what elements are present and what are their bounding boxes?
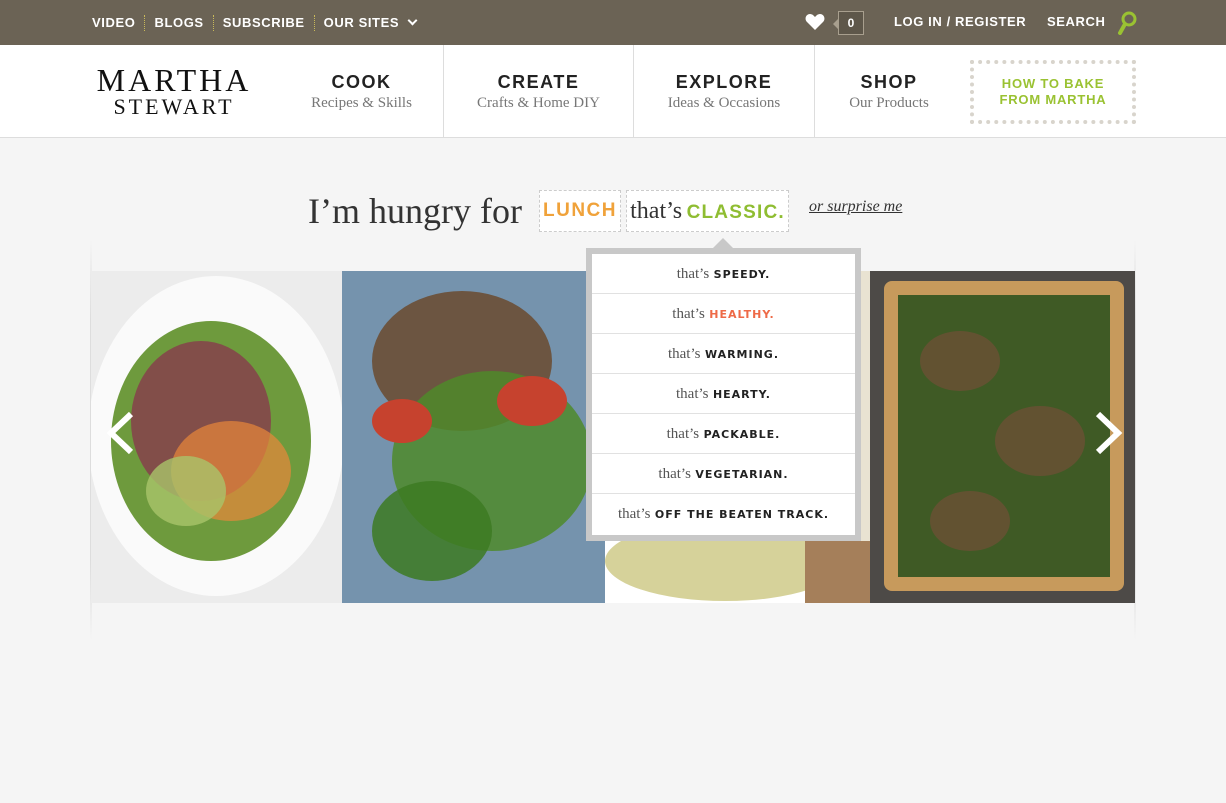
hungry-prompt: I’m hungry for [308, 191, 522, 231]
surprise-me-link[interactable]: or surprise me [809, 198, 902, 216]
login-register-link[interactable]: LOG IN / REGISTER [894, 14, 1026, 29]
option-thats: that’s [676, 266, 710, 282]
option-word: SPEEDY. [713, 268, 771, 281]
option-thats: that’s [658, 466, 691, 482]
nav-explore-title: EXPLORE [675, 72, 773, 92]
option-word: PACKABLE. [703, 428, 781, 441]
how-to-bake-line-2: FROM MARTHA [999, 92, 1107, 107]
subscribe-link[interactable]: SUBSCRIBE [212, 14, 314, 31]
nav-shop-subtitle: Our Products [849, 95, 929, 111]
video-link[interactable]: VIDEO [92, 15, 144, 31]
option-off-the-beaten-track[interactable]: that’s OFF THE BEATEN TRACK. [592, 494, 855, 534]
option-vegetarian[interactable]: that’s VEGETARIAN. [592, 454, 855, 494]
quality-options-list: that’s SPEEDY. that’s HEALTHY. that’s WA… [592, 254, 855, 535]
nav-cook-title: COOK [331, 72, 392, 92]
option-warming[interactable]: that’s WARMING. [592, 334, 855, 374]
meal-selector[interactable]: LUNCH [539, 190, 621, 232]
our-sites-link[interactable]: OUR SITES [313, 14, 425, 31]
option-speedy[interactable]: that’s SPEEDY. [592, 254, 855, 294]
option-word: WARMING. [704, 348, 780, 361]
blogs-link[interactable]: BLOGS [144, 14, 212, 31]
quality-thats: that’s [630, 198, 683, 224]
search-label[interactable]: SEARCH [1047, 14, 1106, 29]
site-header: MARTHA STEWART COOK Recipes & Skills CRE… [0, 45, 1226, 138]
option-hearty[interactable]: that’s HEARTY. [592, 374, 855, 414]
how-to-bake-label: HOW TO BAKE FROM MARTHA [999, 76, 1106, 108]
how-to-bake-line-1: HOW TO BAKE [1001, 76, 1105, 91]
option-healthy[interactable]: that’s HEALTHY. [592, 294, 855, 334]
option-thats: that’s [667, 346, 701, 362]
nav-shop-title: SHOP [860, 72, 918, 92]
quality-dropdown: that’s SPEEDY. that’s HEALTHY. that’s WA… [586, 238, 861, 541]
how-to-bake-button[interactable]: HOW TO BAKE FROM MARTHA [970, 60, 1136, 124]
chevron-left-icon[interactable] [103, 410, 143, 456]
chevron-right-icon[interactable] [1086, 410, 1126, 456]
chevron-down-icon [407, 15, 418, 25]
nav-create-title: CREATE [497, 72, 580, 92]
edamame-image [342, 271, 605, 603]
nav-explore-subtitle: Ideas & Occasions [667, 95, 781, 111]
option-word: HEARTY. [712, 388, 771, 401]
martha-stewart-logo[interactable]: MARTHA STEWART [90, 62, 258, 119]
logo-line-1: MARTHA [96, 62, 252, 98]
favorites-count[interactable]: 0 [833, 11, 864, 35]
nav-cook-subtitle: Recipes & Skills [311, 95, 412, 111]
option-thats: that’s [617, 506, 651, 522]
utility-bar: VIDEO BLOGS SUBSCRIBE OUR SITES 0 LOG IN… [0, 0, 1226, 45]
nav-shop[interactable]: SHOP Our Products [815, 45, 963, 138]
nav-explore[interactable]: EXPLORE Ideas & Occasions [634, 45, 815, 138]
our-sites-label: OUR SITES [323, 14, 400, 30]
option-word: HEALTHY. [709, 308, 775, 321]
option-thats: that’s [672, 306, 705, 322]
utility-nav: VIDEO BLOGS SUBSCRIBE OUR SITES [92, 0, 425, 45]
search-icon[interactable] [1116, 11, 1138, 35]
quality-value: CLASSIC. [686, 202, 785, 223]
nav-cook[interactable]: COOK Recipes & Skills [280, 45, 444, 138]
option-word: VEGETARIAN. [695, 468, 789, 481]
heart-icon[interactable] [805, 13, 825, 31]
option-thats: that’s [666, 426, 700, 442]
option-packable[interactable]: that’s PACKABLE. [592, 414, 855, 454]
recipe-photo-edamame[interactable] [342, 271, 605, 603]
quality-selector[interactable]: that’s CLASSIC. [626, 190, 789, 232]
option-thats: that’s [676, 386, 709, 402]
nav-create[interactable]: CREATE Crafts & Home DIY [444, 45, 634, 138]
option-word: OFF THE BEATEN TRACK. [654, 508, 830, 521]
logo-line-2: STEWART [113, 94, 235, 119]
nav-create-subtitle: Crafts & Home DIY [477, 95, 600, 111]
